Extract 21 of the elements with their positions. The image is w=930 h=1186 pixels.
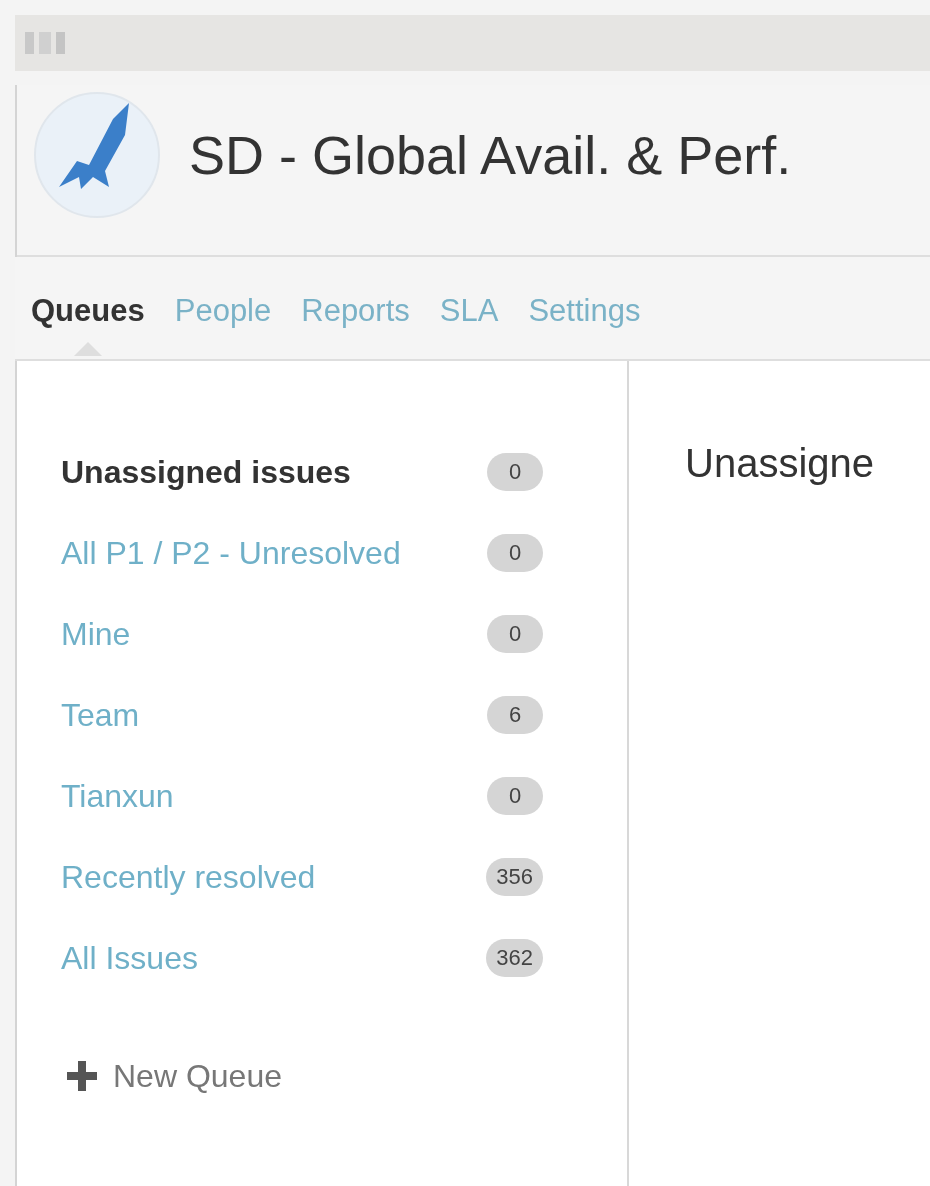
queue-item[interactable]: All Issues 362 <box>61 917 543 998</box>
count-badge: 0 <box>487 452 543 491</box>
count-badge: 0 <box>487 614 543 653</box>
queue-item[interactable]: Recently resolved 356 <box>61 836 543 917</box>
queue-item[interactable]: All P1 / P2 - Unresolved 0 <box>61 512 543 593</box>
count-badge: 0 <box>487 776 543 815</box>
plus-icon <box>67 1061 97 1091</box>
count-badge: 0 <box>487 533 543 572</box>
queue-item[interactable]: Team 6 <box>61 674 543 755</box>
grip-icon[interactable] <box>25 32 67 54</box>
queue-heading: Unassigne <box>685 440 875 487</box>
queue-item[interactable]: Mine 0 <box>61 593 543 674</box>
queue-item[interactable]: Unassigned issues 0 <box>61 431 543 512</box>
queue-item[interactable]: Tianxun 0 <box>61 755 543 836</box>
count-badge: 356 <box>486 857 543 896</box>
project-title: SD - Global Avail. & Perf. <box>189 123 792 187</box>
nav-tab[interactable]: Queues <box>31 292 145 328</box>
new-queue-button[interactable]: New Queue <box>67 1052 282 1100</box>
count-badge: 362 <box>486 938 543 977</box>
rocket-icon <box>33 91 161 219</box>
count-badge: 6 <box>487 695 543 734</box>
